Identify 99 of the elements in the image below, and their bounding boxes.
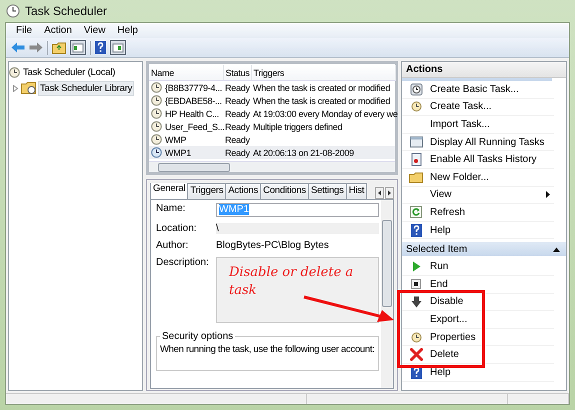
tab[interactable]: General (150, 183, 188, 199)
group-title: Security options (161, 331, 234, 342)
back-arrow-icon (11, 42, 25, 53)
action-link[interactable]: New Folder... (430, 172, 489, 183)
panel-icon (110, 40, 126, 55)
panel-icon (70, 40, 86, 55)
collapsed-arrow-icon (12, 84, 19, 92)
task-trigger: Multiple triggers defined (253, 122, 342, 132)
folder-clock-icon (21, 81, 36, 95)
action-link[interactable]: End (430, 278, 448, 290)
action-link[interactable]: Properties (430, 332, 476, 343)
task-status: Ready (225, 122, 250, 132)
task-status: Ready (225, 134, 250, 144)
task-trigger: When the task is created or modified (253, 96, 390, 106)
action-link[interactable]: Export... (430, 314, 468, 325)
scroll-right-icon (385, 187, 394, 199)
menu-item[interactable]: File (10, 25, 38, 36)
tab[interactable]: Actions (225, 183, 262, 199)
annotation-text: Disable or delete a task (229, 264, 354, 300)
tree-item[interactable]: Task Scheduler Library (38, 80, 134, 96)
down-arrow-icon (410, 296, 422, 308)
tree-item[interactable]: Task Scheduler (Local) (22, 66, 116, 78)
task-trigger: When the task is created or modified (253, 82, 390, 92)
clock-icon (6, 4, 20, 18)
help-icon (95, 41, 106, 54)
column-header[interactable]: Status (223, 65, 251, 80)
play-icon (412, 261, 420, 272)
forward-arrow-icon (29, 42, 43, 53)
task-name: {B8B37779-4... (165, 82, 222, 94)
column-header[interactable]: Triggers (251, 65, 395, 80)
window-title: Task Scheduler (25, 4, 108, 18)
field-label: Author: (156, 240, 190, 251)
tab[interactable]: Triggers (187, 183, 226, 199)
task-name: User_Feed_S... (165, 120, 225, 132)
task-status: Ready (225, 148, 250, 158)
menu-item[interactable]: Help (111, 25, 144, 36)
log-icon (410, 153, 422, 166)
help-icon (410, 224, 422, 237)
vertical-scrollbar[interactable] (381, 200, 393, 388)
clock-icon (151, 108, 162, 119)
folder-icon (409, 172, 423, 183)
refresh-icon (410, 206, 422, 218)
action-link[interactable]: Enable All Tasks History (430, 154, 537, 166)
location-value: \ (216, 223, 379, 234)
submenu-arrow-icon (546, 191, 550, 198)
action-link[interactable]: Import Task... (430, 118, 490, 130)
clock-icon (410, 82, 422, 96)
stop-icon (411, 279, 421, 290)
column-header[interactable]: Name (149, 65, 223, 80)
description-field[interactable] (216, 257, 379, 323)
action-link[interactable]: View (430, 189, 452, 200)
action-link[interactable]: Display All Running Tasks (430, 136, 544, 148)
action-link[interactable]: Refresh (430, 206, 466, 218)
task-row[interactable]: {EBDABE58-... Ready When the task is created or modified (149, 94, 395, 107)
author-value: BlogBytes-PC\Blog Bytes (216, 240, 330, 251)
clock-icon (151, 147, 162, 158)
security-text: When running the task, use the following user account: (160, 344, 375, 355)
clock-icon (410, 101, 422, 112)
collapse-arrow-icon (553, 246, 560, 252)
clock-icon (9, 66, 20, 78)
delete-icon (410, 348, 422, 362)
window-icon (410, 136, 422, 148)
horizontal-scrollbar[interactable] (149, 161, 395, 172)
field-label: Name: (156, 203, 186, 214)
clock-icon (151, 95, 162, 106)
task-name: WMP1 (165, 146, 191, 158)
action-link[interactable]: Create Task... (430, 101, 492, 112)
task-row[interactable]: HP Health C... Ready At 19:03:00 every Monday of every we (149, 107, 395, 120)
task-trigger: At 20:06:13 on 21-08-2009 (253, 148, 354, 158)
clock-icon (151, 121, 162, 132)
tab[interactable]: Settings (308, 183, 347, 199)
task-status: Ready (225, 108, 250, 118)
task-status: Ready (225, 82, 250, 92)
tab[interactable]: Hist (346, 183, 368, 199)
action-link[interactable]: Disable (430, 296, 464, 308)
task-name: {EBDABE58-... (165, 94, 222, 106)
action-link[interactable]: Create Basic Task... (430, 84, 519, 95)
field-label: Location: (156, 223, 198, 234)
clock-icon (151, 82, 162, 93)
action-link[interactable]: Run (430, 261, 448, 272)
task-name: HP Health C... (165, 108, 219, 120)
task-row[interactable]: WMP Ready (149, 133, 395, 146)
scroll-left-icon (375, 187, 384, 199)
clock-icon (151, 134, 162, 145)
task-row[interactable]: User_Feed_S...Ready Multiple triggers defined (149, 120, 395, 133)
tab[interactable]: Conditions (260, 183, 309, 199)
clock-icon (410, 332, 422, 343)
pane-title: Actions (402, 62, 566, 78)
task-status: Ready (225, 96, 250, 106)
task-trigger: At 19:03:00 every Monday of every we (253, 108, 398, 118)
action-link[interactable]: Delete (430, 349, 459, 360)
action-link[interactable]: Help (430, 366, 451, 378)
task-row[interactable]: {B8B37779-4... Ready When the task is created or modified (149, 80, 395, 94)
menu-item[interactable]: View (78, 25, 112, 36)
task-name: WMP (165, 134, 186, 146)
menu-item[interactable]: Action (38, 25, 78, 36)
action-link[interactable]: Help (430, 224, 451, 236)
field-label: Description: (156, 257, 210, 268)
folder-icon (52, 41, 66, 54)
